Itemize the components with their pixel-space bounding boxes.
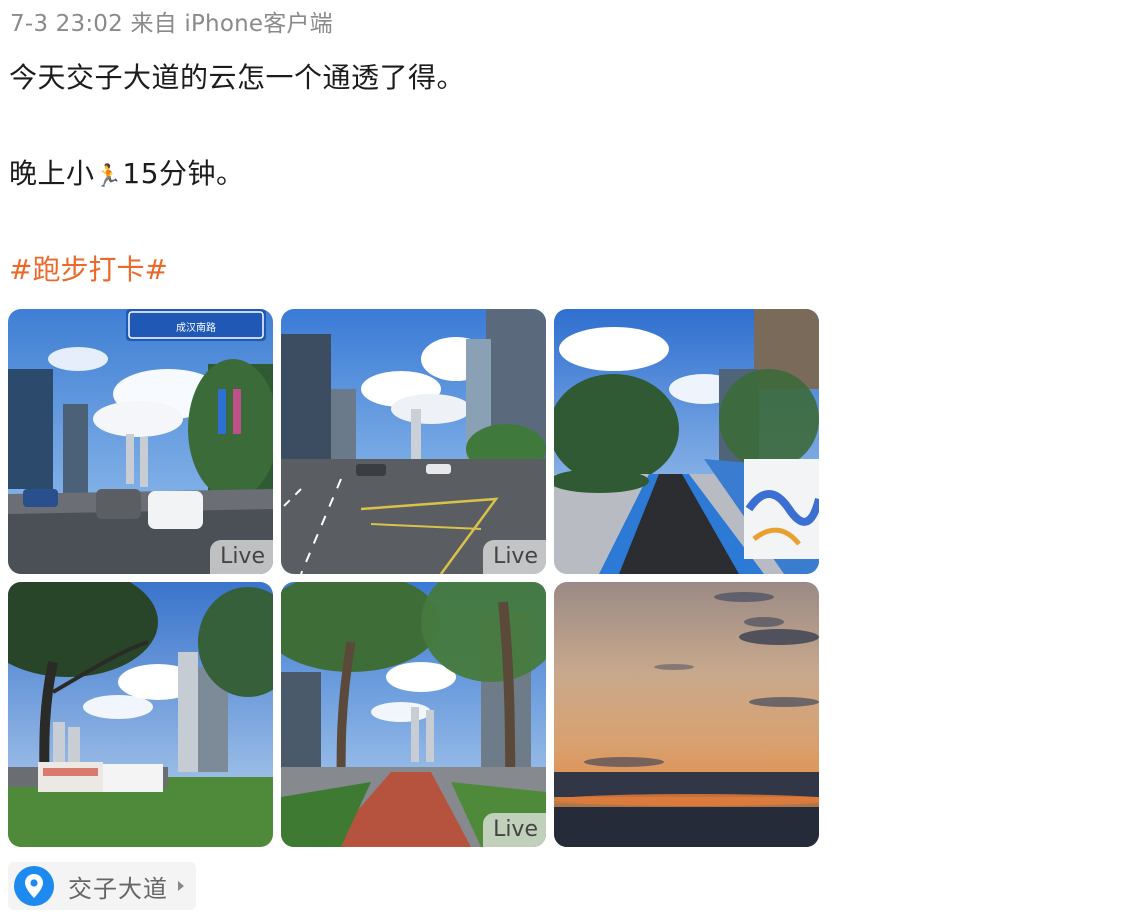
photo-4-image [8,582,273,847]
post-text-line-2: 晚上小🏃15分钟。 [9,152,245,192]
photo-1-sign-text: 成汉南路 [176,321,216,334]
photo-grid: 成汉南路 Live Live Live [8,309,819,847]
location-name: 交子大道 [68,874,168,903]
photo-1-image: 成汉南路 [8,309,273,574]
photo-2[interactable]: Live [281,309,546,574]
post-text-suffix: 15分钟。 [122,157,245,190]
location-tag[interactable]: 交子大道 [8,862,196,910]
photo-3-image [554,309,819,574]
live-badge: Live [483,812,546,847]
photo-3[interactable] [554,309,819,574]
photo-6[interactable] [554,582,819,847]
photo-5-image [281,582,546,847]
photo-1[interactable]: 成汉南路 Live [8,309,273,574]
photo-6-image [554,582,819,847]
hashtag-link[interactable]: #跑步打卡# [9,248,168,288]
photo-5[interactable]: Live [281,582,546,847]
post-meta: 7-3 23:02 来自 iPhone客户端 [10,11,333,37]
post-text-prefix: 晚上小 [9,157,95,190]
location-pin-icon [14,866,54,906]
photo-4[interactable] [8,582,273,847]
runner-emoji: 🏃 [94,164,123,189]
live-badge: Live [483,539,546,574]
photo-2-image [281,309,546,574]
chevron-right-icon [178,881,184,891]
live-badge: Live [210,539,273,574]
post-text-line-1: 今天交子大道的云怎一个通透了得。 [9,61,466,94]
